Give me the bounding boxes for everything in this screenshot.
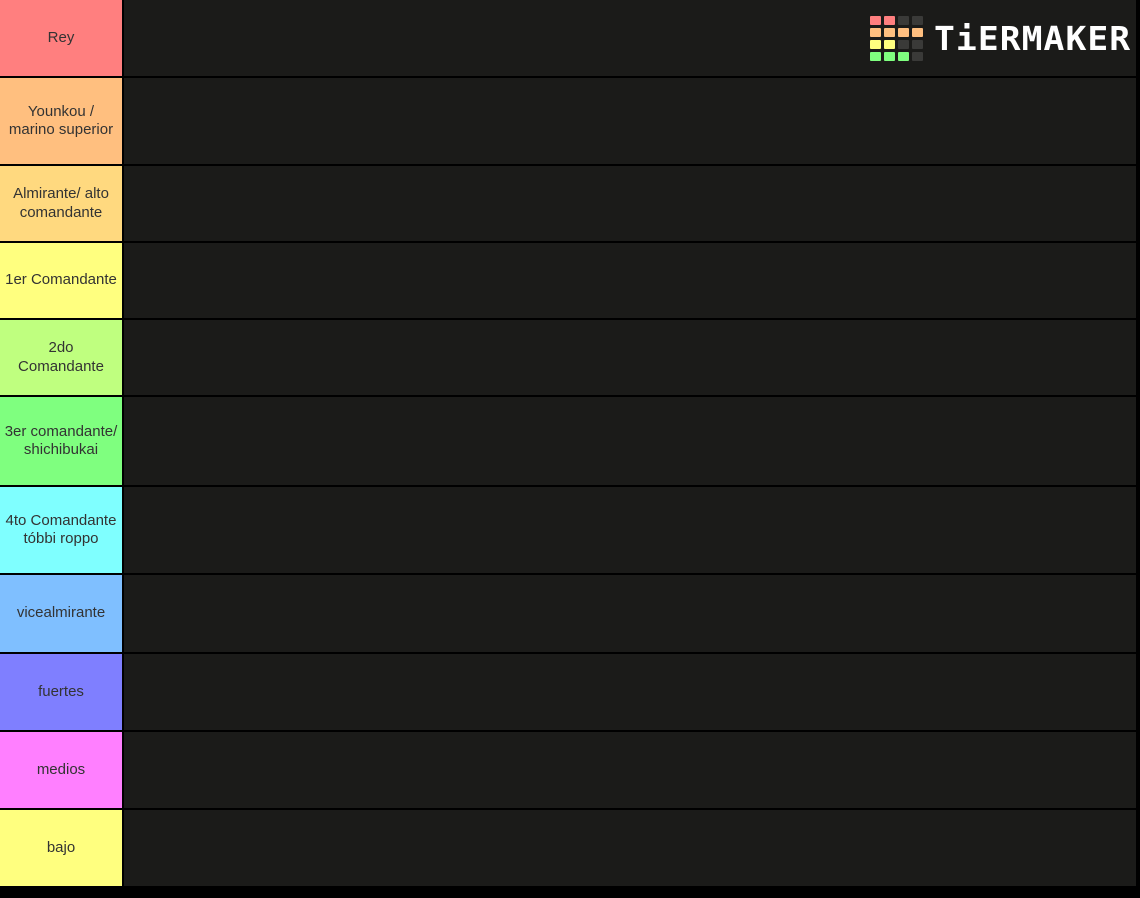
logo-grid-cell-2-0 xyxy=(870,39,882,49)
logo-grid-cell-0-0 xyxy=(870,15,882,25)
logo-grid-cell-3-3 xyxy=(912,51,924,61)
tiermaker-logo: TiERMAKER xyxy=(870,15,1130,61)
logo-wordmark: TiERMAKER xyxy=(934,18,1132,58)
tier-row: medios xyxy=(0,732,1140,810)
tier-dropzone-5[interactable] xyxy=(124,397,1140,485)
tier-row: Almirante/ alto comandante xyxy=(0,166,1140,243)
logo-grid-cell-2-3 xyxy=(912,39,924,49)
logo-grid-cell-1-3 xyxy=(912,27,924,37)
tier-label-10[interactable]: bajo xyxy=(0,810,124,886)
logo-grid-cell-2-2 xyxy=(898,39,910,49)
tier-label-6[interactable]: 4to Comandante tóbbi roppo xyxy=(0,487,124,573)
logo-grid-cell-0-1 xyxy=(884,15,896,25)
tier-row: vicealmirante xyxy=(0,575,1140,654)
tier-row: 3er comandante/ shichibukai xyxy=(0,397,1140,487)
tier-dropzone-1[interactable] xyxy=(124,78,1140,164)
tier-label-2[interactable]: Almirante/ alto comandante xyxy=(0,166,124,241)
tier-row: 2do Comandante xyxy=(0,320,1140,397)
tier-dropzone-4[interactable] xyxy=(124,320,1140,395)
tier-dropzone-2[interactable] xyxy=(124,166,1140,241)
logo-grid-cell-1-0 xyxy=(870,27,882,37)
tier-label-0[interactable]: Rey xyxy=(0,0,124,76)
logo-grid-cell-3-0 xyxy=(870,51,882,61)
tier-dropzone-7[interactable] xyxy=(124,575,1140,652)
tier-label-8[interactable]: fuertes xyxy=(0,654,124,730)
tier-dropzone-9[interactable] xyxy=(124,732,1140,808)
tier-list-container: Rey TiERMAKER Younkou / marino superior A… xyxy=(0,0,1140,898)
logo-grid-icon xyxy=(870,15,924,61)
tier-row: fuertes xyxy=(0,654,1140,732)
tier-label-4[interactable]: 2do Comandante xyxy=(0,320,124,395)
logo-grid-cell-3-1 xyxy=(884,51,896,61)
logo-grid-cell-2-1 xyxy=(884,39,896,49)
tier-label-3[interactable]: 1er Comandante xyxy=(0,243,124,318)
tier-row: 4to Comandante tóbbi roppo xyxy=(0,487,1140,575)
tier-dropzone-3[interactable] xyxy=(124,243,1140,318)
tier-dropzone-8[interactable] xyxy=(124,654,1140,730)
logo-grid-cell-0-2 xyxy=(898,15,910,25)
logo-grid-cell-1-1 xyxy=(884,27,896,37)
tier-rows: Younkou / marino superior Almirante/ alto… xyxy=(0,78,1140,898)
tier-dropzone-6[interactable] xyxy=(124,487,1140,573)
tier-label-7[interactable]: vicealmirante xyxy=(0,575,124,652)
tier-label-9[interactable]: medios xyxy=(0,732,124,808)
tier-row: Rey TiERMAKER xyxy=(0,0,1140,78)
logo-grid-cell-1-2 xyxy=(898,27,910,37)
logo-grid-cell-0-3 xyxy=(912,15,924,25)
logo-grid-cell-3-2 xyxy=(898,51,910,61)
tier-dropzone-0[interactable]: TiERMAKER xyxy=(124,0,1140,76)
tier-row: 1er Comandante xyxy=(0,243,1140,320)
tier-label-1[interactable]: Younkou / marino superior xyxy=(0,78,124,164)
tier-label-5[interactable]: 3er comandante/ shichibukai xyxy=(0,397,124,485)
tier-row: bajo xyxy=(0,810,1140,888)
tier-dropzone-10[interactable] xyxy=(124,810,1140,886)
tier-row: Younkou / marino superior xyxy=(0,78,1140,166)
